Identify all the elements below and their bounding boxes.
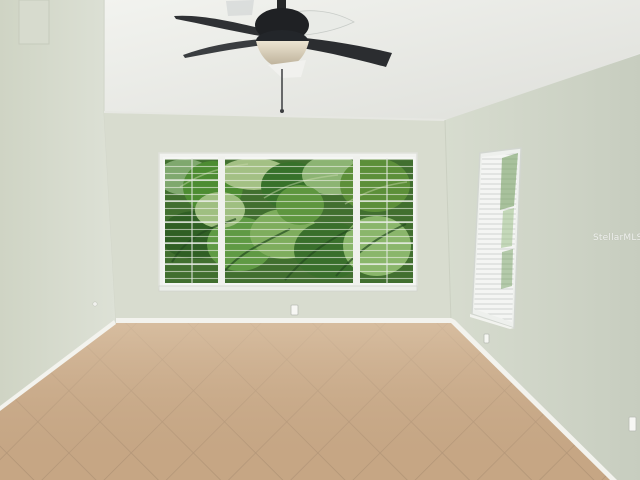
room-photo: StellarMLS bbox=[0, 0, 640, 480]
attic-access-panel bbox=[18, 0, 50, 45]
electrical-outlet-icon bbox=[290, 304, 299, 316]
window-blinds-icon bbox=[158, 152, 418, 292]
electrical-outlet-icon bbox=[628, 416, 637, 432]
watermark-text: StellarMLS bbox=[593, 233, 640, 243]
wall-fixture bbox=[92, 301, 98, 307]
room-scene-illustration bbox=[0, 0, 640, 480]
foliage-view bbox=[164, 158, 414, 284]
electrical-outlet-icon bbox=[483, 333, 490, 344]
baseboard-back bbox=[116, 318, 451, 323]
